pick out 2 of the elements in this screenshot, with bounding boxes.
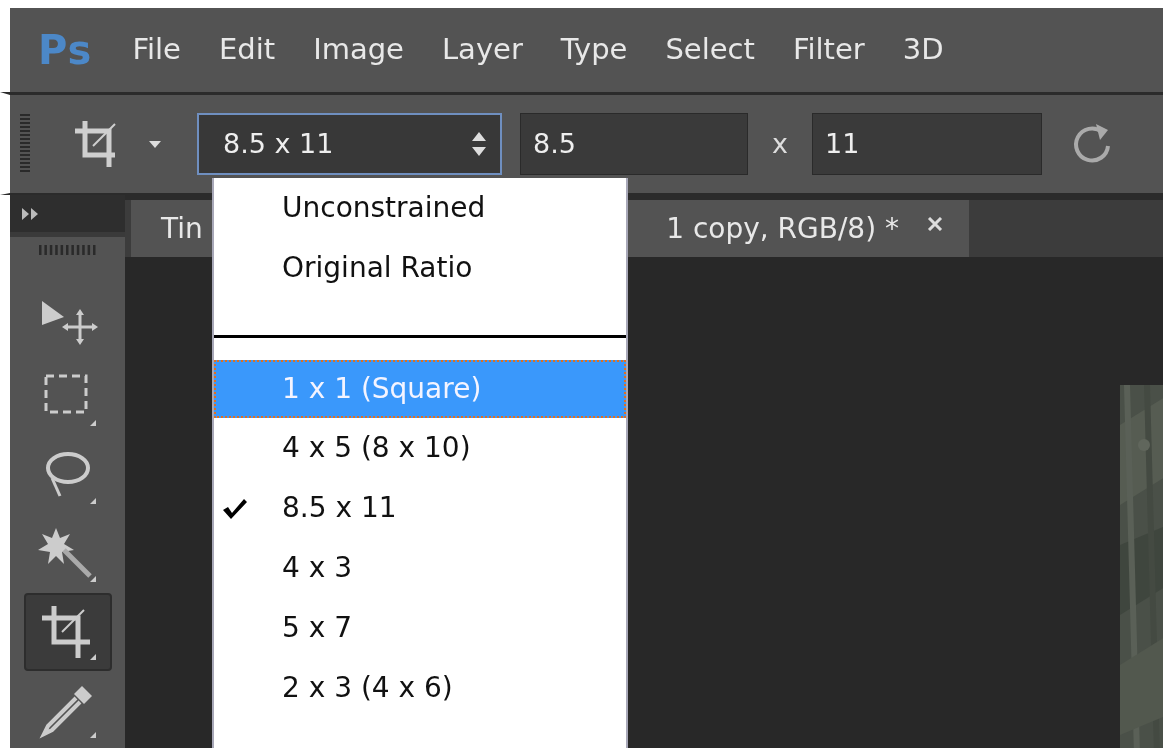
app-logo: Ps [38, 26, 93, 75]
times-label: x [772, 126, 788, 161]
